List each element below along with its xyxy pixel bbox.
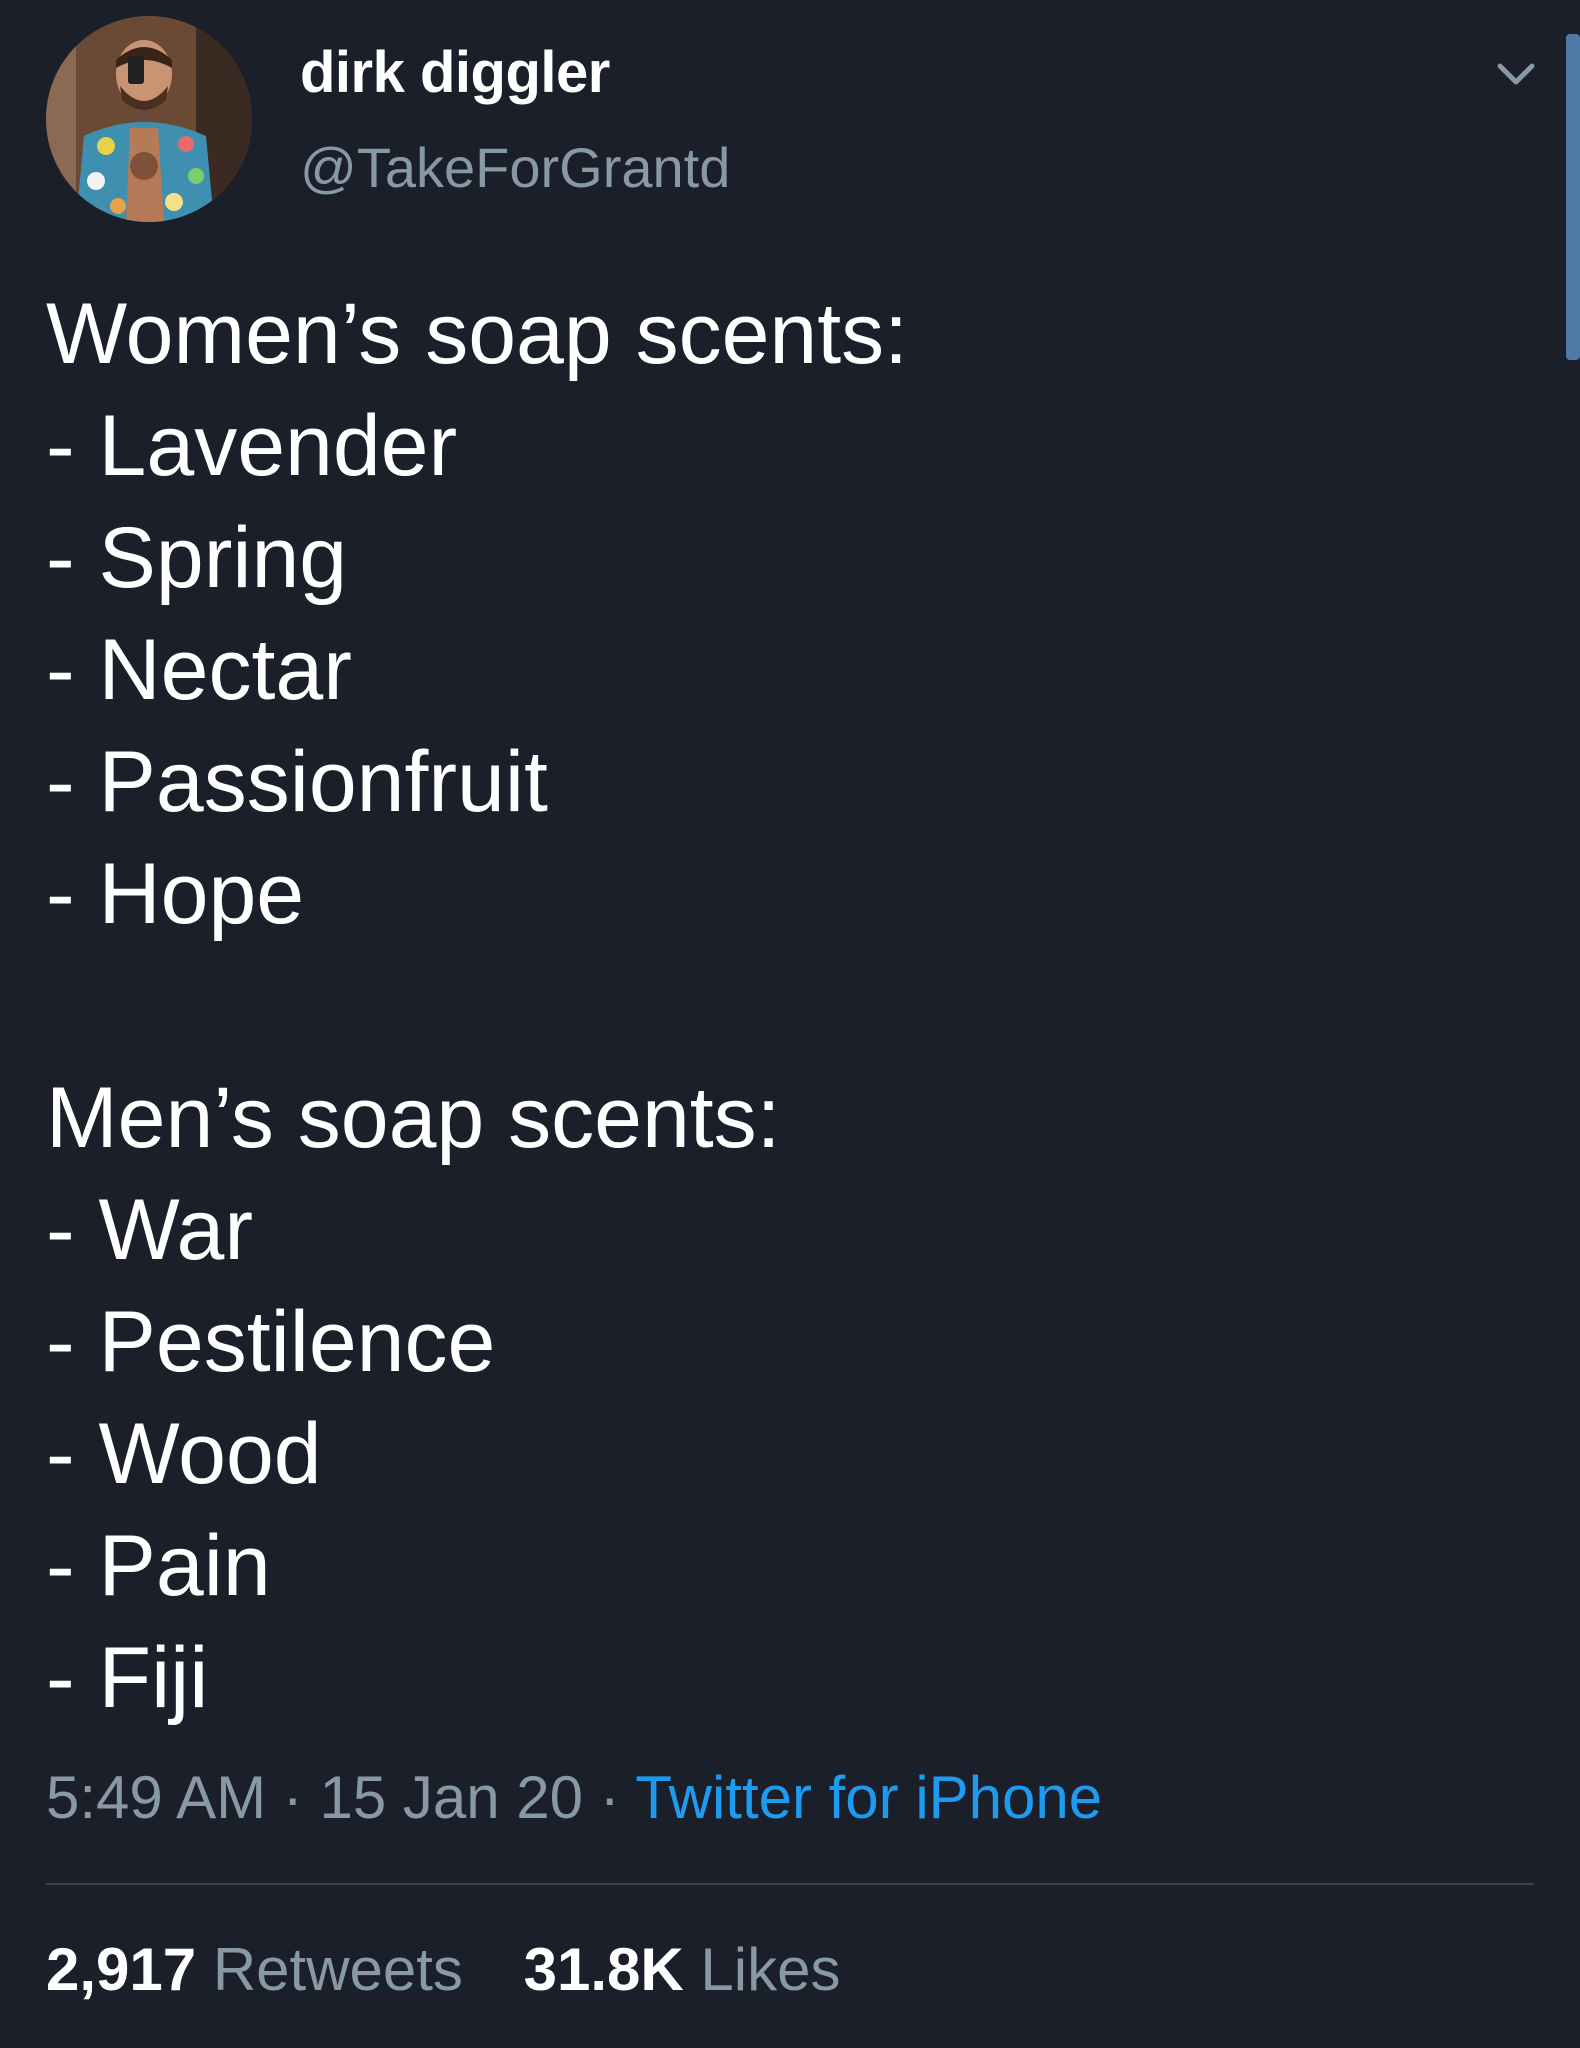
tweet-line: - Fiji: [46, 1630, 209, 1726]
tweet-stats: 2,917 Retweets 31.8K Likes: [46, 1934, 884, 2006]
tweet-line: - Passionfruit: [46, 734, 548, 830]
tweet-line: - Lavender: [46, 398, 458, 494]
tweet-line: - Pain: [46, 1518, 271, 1614]
tweet-metadata: 5:49 AM · 15 Jan 20 · Twitter for iPhone: [46, 1762, 1102, 1834]
retweets-label: Retweets: [212, 1936, 463, 2003]
meta-separator: ·: [266, 1764, 320, 1831]
tweet-time[interactable]: 5:49 AM: [46, 1764, 266, 1831]
retweets-count: 2,917: [46, 1936, 197, 2003]
divider: [46, 1883, 1534, 1885]
tweet-line: - Pestilence: [46, 1294, 496, 1390]
tweet-line: Men’s soap scents:: [46, 1070, 781, 1166]
tweet-text: Women’s soap scents: - Lavender - Spring…: [46, 278, 1526, 1734]
meta-separator: ·: [583, 1764, 636, 1831]
avatar-photo: [46, 16, 252, 222]
tweet-line: - Wood: [46, 1406, 322, 1502]
chevron-down-icon[interactable]: [1494, 52, 1538, 96]
author-display-name[interactable]: dirk diggler: [300, 38, 610, 108]
tweet-date[interactable]: 15 Jan 20: [319, 1764, 583, 1831]
tweet-line: - Nectar: [46, 622, 352, 718]
tweet-line: - Spring: [46, 510, 348, 606]
avatar[interactable]: [46, 16, 252, 222]
author-handle[interactable]: @TakeForGrantd: [300, 135, 730, 201]
tweet-line: - Hope: [46, 846, 305, 942]
retweets-stat[interactable]: 2,917 Retweets: [46, 1934, 463, 2006]
tweet-source-link[interactable]: Twitter for iPhone: [635, 1764, 1102, 1831]
likes-stat[interactable]: 31.8K Likes: [524, 1934, 841, 2006]
scrollbar[interactable]: [1566, 34, 1580, 360]
likes-label: Likes: [700, 1936, 841, 2003]
tweet-line: - War: [46, 1182, 253, 1278]
tweet-line: Women’s soap scents:: [46, 286, 909, 382]
likes-count: 31.8K: [523, 1936, 684, 2003]
tweet-detail: dirk diggler @TakeForGrantd Women’s soap…: [0, 0, 1580, 2048]
